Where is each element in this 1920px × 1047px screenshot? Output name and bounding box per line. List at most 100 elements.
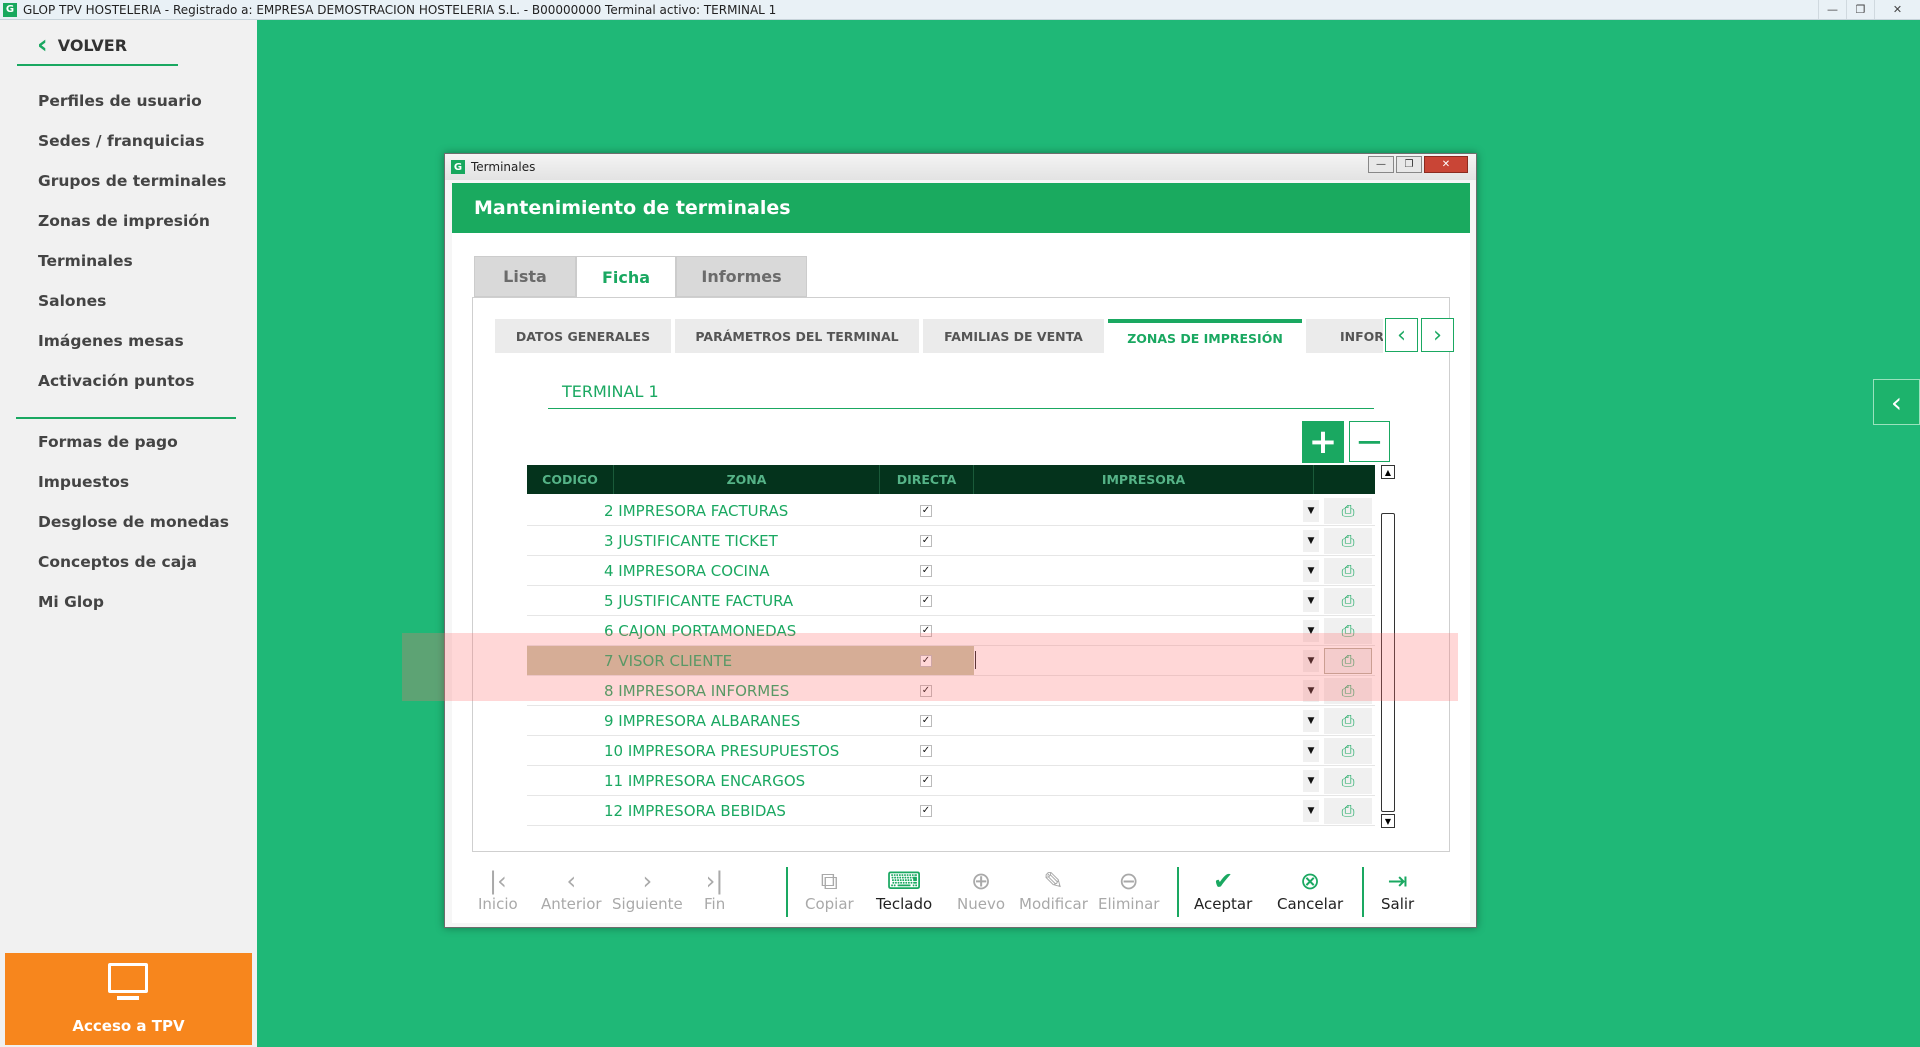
subtab-datos-generales[interactable]: DATOS GENERALES — [495, 319, 671, 353]
printer-icon[interactable]: ⎙ — [1324, 768, 1372, 794]
sidebar-item-salones[interactable]: Salones — [38, 292, 106, 310]
table-row[interactable]: 8 IMPRESORA INFORMES ✓ ▼ ⎙ — [527, 676, 1375, 706]
table-row[interactable]: 2 IMPRESORA FACTURAS ✓ ▼ ⎙ — [527, 496, 1375, 526]
printer-icon[interactable]: ⎙ — [1324, 648, 1372, 674]
sidebar-item-perfiles[interactable]: Perfiles de usuario — [38, 92, 202, 110]
maximize-icon[interactable]: ❐ — [1396, 156, 1422, 173]
printer-icon[interactable]: ⎙ — [1324, 708, 1372, 734]
directa-checkbox[interactable]: ✓ — [920, 805, 932, 817]
directa-checkbox[interactable]: ✓ — [920, 625, 932, 637]
add-row-button[interactable]: + — [1302, 421, 1344, 463]
sidebar-item-miglop[interactable]: Mi Glop — [38, 593, 104, 611]
cancelar-button[interactable]: ⊗ Cancelar — [1277, 867, 1343, 913]
chevron-down-icon[interactable]: ▼ — [1303, 500, 1319, 522]
column-header-impresora[interactable]: IMPRESORA — [974, 465, 1314, 494]
scroll-down-icon[interactable]: ▼ — [1381, 814, 1395, 828]
sidebar-item-impuestos[interactable]: Impuestos — [38, 473, 129, 491]
close-icon[interactable]: ✕ — [1424, 156, 1468, 173]
salir-button[interactable]: ⇥ Salir — [1381, 867, 1414, 913]
sidebar-item-conceptos[interactable]: Conceptos de caja — [38, 553, 197, 571]
scroll-up-icon[interactable]: ▲ — [1381, 465, 1395, 479]
chevron-down-icon[interactable]: ▼ — [1303, 530, 1319, 552]
zona-cell[interactable]: 9 IMPRESORA ALBARANES — [527, 706, 974, 735]
chevron-down-icon[interactable]: ▼ — [1303, 650, 1319, 672]
chevron-down-icon[interactable]: ▼ — [1303, 590, 1319, 612]
siguiente-button[interactable]: › Siguiente — [612, 867, 683, 913]
directa-checkbox[interactable]: ✓ — [920, 745, 932, 757]
inicio-button[interactable]: |‹ Inicio — [478, 867, 518, 913]
printer-icon[interactable]: ⎙ — [1324, 678, 1372, 704]
directa-checkbox[interactable]: ✓ — [920, 655, 932, 667]
table-row[interactable]: 9 IMPRESORA ALBARANES ✓ ▼ ⎙ — [527, 706, 1375, 736]
table-row[interactable]: 11 IMPRESORA ENCARGOS ✓ ▼ ⎙ — [527, 766, 1375, 796]
subtab-prev-button[interactable]: ‹ — [1385, 318, 1418, 352]
sidebar-item-desglose[interactable]: Desglose de monedas — [38, 513, 229, 531]
chevron-down-icon[interactable]: ▼ — [1303, 740, 1319, 762]
subtab-familias[interactable]: FAMILIAS DE VENTA — [923, 319, 1104, 353]
subtab-zonas-impresion[interactable]: ZONAS DE IMPRESIÓN — [1108, 319, 1302, 353]
zona-cell[interactable]: 10 IMPRESORA PRESUPUESTOS — [527, 736, 974, 765]
zona-cell[interactable]: 3 JUSTIFICANTE TICKET — [527, 526, 974, 555]
column-header-zona[interactable]: ZONA — [614, 465, 880, 494]
tab-informes[interactable]: Informes — [676, 256, 807, 297]
zona-cell[interactable]: 7 VISOR CLIENTE — [527, 646, 974, 675]
tab-ficha[interactable]: Ficha — [576, 256, 676, 298]
zona-cell[interactable]: 2 IMPRESORA FACTURAS — [527, 496, 974, 525]
column-header-codigo[interactable]: CODIGO — [527, 465, 614, 494]
zona-cell[interactable]: 6 CAJON PORTAMONEDAS — [527, 616, 974, 645]
table-row[interactable]: 6 CAJON PORTAMONEDAS ✓ ▼ ⎙ — [527, 616, 1375, 646]
printer-icon[interactable]: ⎙ — [1324, 498, 1372, 524]
back-button[interactable]: ‹ VOLVER — [37, 32, 127, 58]
printer-icon[interactable]: ⎙ — [1324, 618, 1372, 644]
table-row[interactable]: 5 JUSTIFICANTE FACTURA ✓ ▼ ⎙ — [527, 586, 1375, 616]
nuevo-button[interactable]: ⊕ Nuevo — [957, 867, 1005, 913]
zona-cell[interactable]: 12 IMPRESORA BEBIDAS — [527, 796, 974, 825]
table-row[interactable]: 7 VISOR CLIENTE ✓ ▼ ⎙ — [527, 646, 1375, 676]
anterior-button[interactable]: ‹ Anterior — [541, 867, 602, 913]
printer-icon[interactable]: ⎙ — [1324, 738, 1372, 764]
sidebar-item-imagenes[interactable]: Imágenes mesas — [38, 332, 184, 350]
table-row[interactable]: 12 IMPRESORA BEBIDAS ✓ ▼ ⎙ — [527, 796, 1375, 826]
tab-lista[interactable]: Lista — [474, 256, 576, 297]
modificar-button[interactable]: ✎ Modificar — [1019, 867, 1088, 913]
directa-checkbox[interactable]: ✓ — [920, 565, 932, 577]
directa-checkbox[interactable]: ✓ — [920, 595, 932, 607]
eliminar-button[interactable]: ⊖ Eliminar — [1098, 867, 1159, 913]
printer-icon[interactable]: ⎙ — [1324, 528, 1372, 554]
sidebar-item-sedes[interactable]: Sedes / franquicias — [38, 132, 204, 150]
directa-checkbox[interactable]: ✓ — [920, 775, 932, 787]
sidebar-item-terminales[interactable]: Terminales — [38, 252, 133, 270]
column-header-directa[interactable]: DIRECTA — [880, 465, 974, 494]
close-icon[interactable]: ✕ — [1874, 0, 1920, 19]
sidebar-item-formas-pago[interactable]: Formas de pago — [38, 433, 178, 451]
scroll-thumb[interactable] — [1381, 513, 1395, 812]
aceptar-button[interactable]: ✔ Aceptar — [1194, 867, 1252, 913]
subtab-parametros[interactable]: PARÁMETROS DEL TERMINAL — [675, 319, 919, 353]
directa-checkbox[interactable]: ✓ — [920, 685, 932, 697]
table-row[interactable]: 3 JUSTIFICANTE TICKET ✓ ▼ ⎙ — [527, 526, 1375, 556]
chevron-down-icon[interactable]: ▼ — [1303, 770, 1319, 792]
zona-cell[interactable]: 5 JUSTIFICANTE FACTURA — [527, 586, 974, 615]
directa-checkbox[interactable]: ✓ — [920, 715, 932, 727]
acceso-tpv-button[interactable]: Acceso a TPV — [5, 953, 252, 1045]
zona-cell[interactable]: 11 IMPRESORA ENCARGOS — [527, 766, 974, 795]
printer-icon[interactable]: ⎙ — [1324, 798, 1372, 824]
zona-cell[interactable]: 8 IMPRESORA INFORMES — [527, 676, 974, 705]
remove-row-button[interactable]: − — [1349, 421, 1390, 462]
table-row[interactable]: 4 IMPRESORA COCINA ✓ ▼ ⎙ — [527, 556, 1375, 586]
subtab-informes[interactable]: INFORM — [1306, 319, 1383, 353]
zona-cell[interactable]: 4 IMPRESORA COCINA — [527, 556, 974, 585]
subtab-next-button[interactable]: › — [1421, 318, 1454, 352]
chevron-down-icon[interactable]: ▼ — [1303, 800, 1319, 822]
printer-icon[interactable]: ⎙ — [1324, 588, 1372, 614]
directa-checkbox[interactable]: ✓ — [920, 535, 932, 547]
collapse-panel-button[interactable]: ‹ — [1873, 379, 1920, 425]
teclado-button[interactable]: ⌨ Teclado — [876, 867, 932, 913]
chevron-down-icon[interactable]: ▼ — [1303, 560, 1319, 582]
sidebar-item-activacion[interactable]: Activación puntos — [38, 372, 195, 390]
copiar-button[interactable]: ⧉ Copiar — [805, 867, 854, 913]
minimize-icon[interactable]: — — [1368, 156, 1394, 173]
minimize-icon[interactable]: — — [1818, 0, 1846, 19]
printer-icon[interactable]: ⎙ — [1324, 558, 1372, 584]
restore-icon[interactable]: ❐ — [1846, 0, 1874, 19]
